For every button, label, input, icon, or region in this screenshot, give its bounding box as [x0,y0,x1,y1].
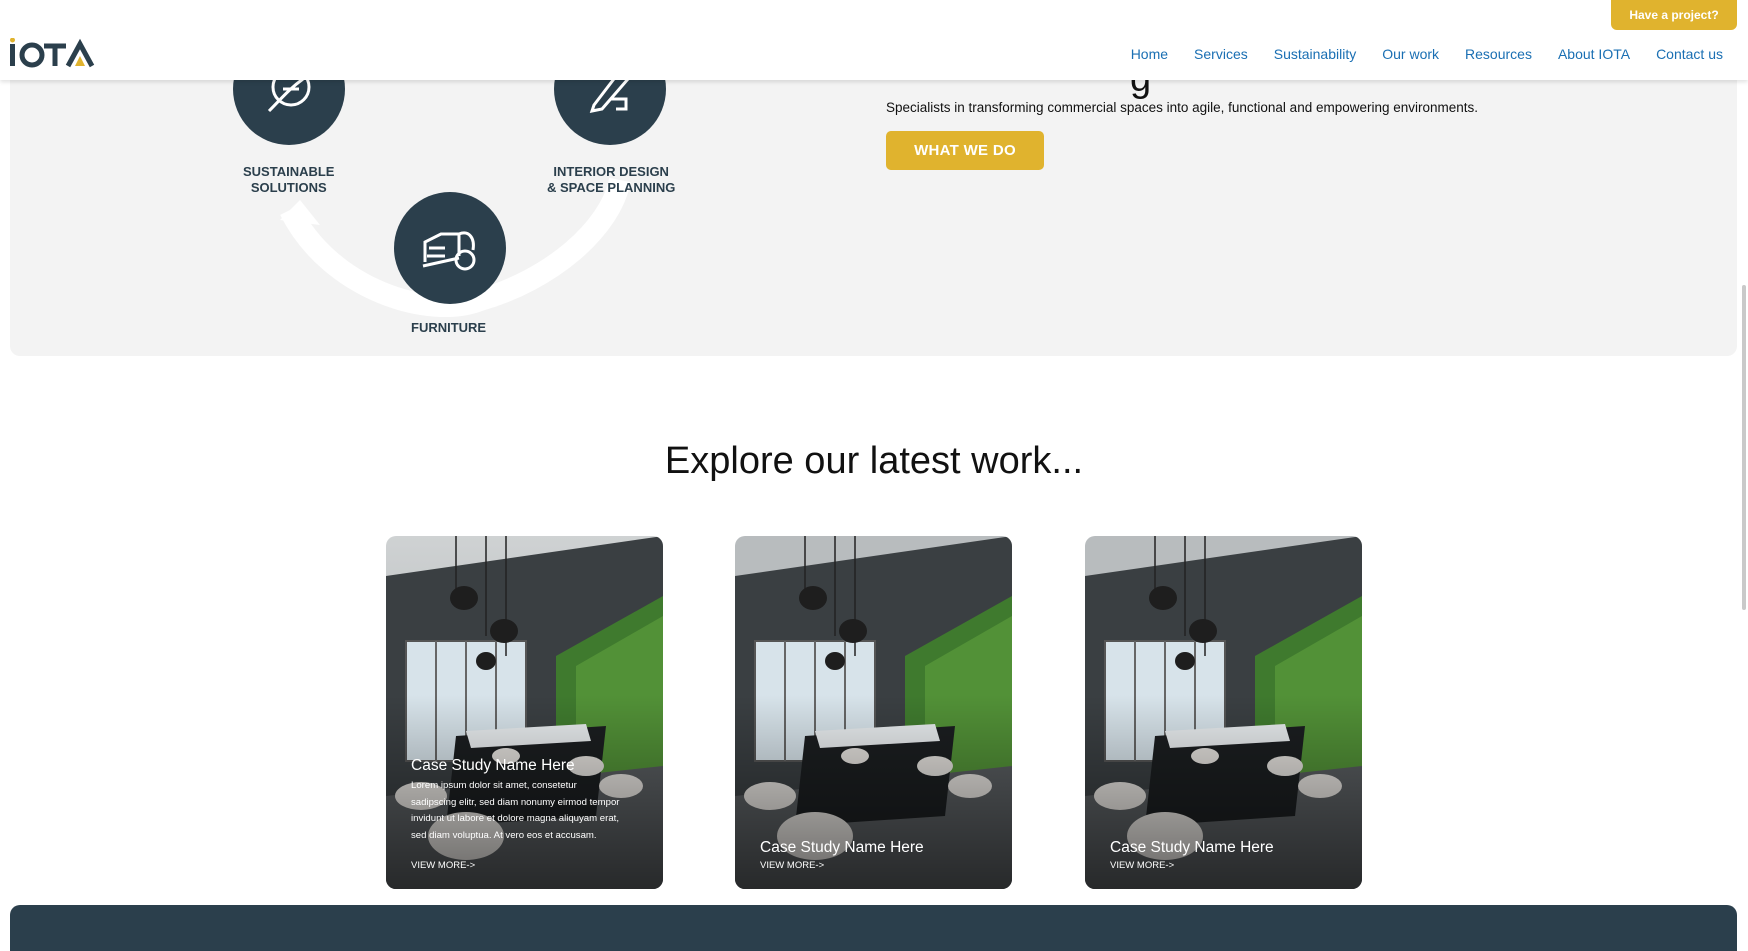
case-study-title: Case Study Name Here [760,839,924,856]
card-overlay [1085,536,1362,889]
view-more-link[interactable]: VIEW MORE-> [411,860,475,871]
interior-design-label: INTERIOR DESIGN & SPACE PLANNING [547,164,676,195]
main-nav: Home Services Sustainability Our work Re… [1131,46,1723,62]
card-overlay [735,536,1012,889]
footer-band [10,905,1737,951]
sustainable-solutions-label: SUSTAINABLE SOLUTIONS [243,164,335,195]
nav-services[interactable]: Services [1194,46,1248,62]
site-header: Home Services Sustainability Our work Re… [0,0,1748,80]
case-study-title: Case Study Name Here [1110,839,1274,856]
view-more-link[interactable]: VIEW MORE-> [1110,860,1174,871]
iota-logo[interactable] [10,38,102,70]
case-study-title: Case Study Name Here [411,757,575,774]
have-a-project-button[interactable]: Have a project? [1611,0,1737,30]
logo-mark [10,38,95,68]
what-we-do-button[interactable]: WHAT WE DO [886,131,1044,170]
page-scrollbar[interactable] [1742,285,1746,610]
case-study-card-3[interactable]: Case Study Name Here VIEW MORE-> [1085,536,1362,889]
services-intro-text: Specialists in transforming commercial s… [886,100,1479,115]
view-more-link[interactable]: VIEW MORE-> [760,860,824,871]
nav-home[interactable]: Home [1131,46,1168,62]
nav-our-work[interactable]: Our work [1382,46,1439,62]
furniture-label: FURNITURE [411,320,487,335]
sofa-icon [422,231,476,271]
nav-contact[interactable]: Contact us [1656,46,1723,62]
furniture-circle[interactable] [394,192,506,304]
latest-work-title: Explore our latest work... [664,440,1084,482]
case-study-description: Lorem ipsum dolor sit amet, consetetur s… [411,780,620,841]
services-panel: SUSTAINABLE SOLUTIONS INTERIOR DESIGN & … [10,60,1737,356]
case-study-card-2[interactable]: Case Study Name Here VIEW MORE-> [735,536,1012,889]
nav-about[interactable]: About IOTA [1558,46,1630,62]
nav-resources[interactable]: Resources [1465,46,1532,62]
case-study-card-1[interactable]: Case Study Name Here Lorem ipsum dolor s… [386,536,663,889]
nav-sustainability[interactable]: Sustainability [1274,46,1357,62]
